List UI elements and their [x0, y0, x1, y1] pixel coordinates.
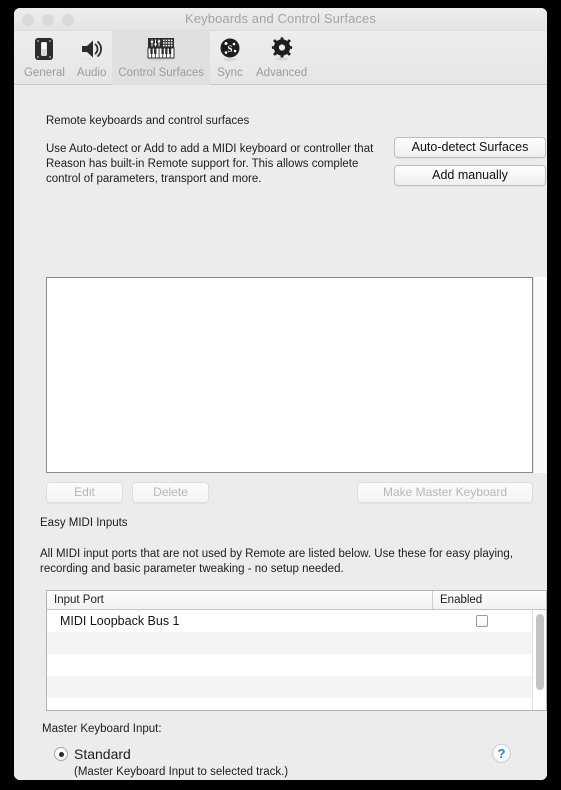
remote-section-heading: Remote keyboards and control surfaces: [46, 115, 250, 127]
midi-enabled-cell[interactable]: [432, 615, 532, 627]
midi-table-scrollbar[interactable]: [532, 610, 546, 710]
enabled-checkbox[interactable]: [476, 615, 488, 627]
tab-general[interactable]: General: [18, 31, 71, 85]
master-keyboard-heading: Master Keyboard Input:: [42, 723, 162, 735]
tab-general-label: General: [24, 67, 65, 79]
midi-input-table[interactable]: Input Port Enabled MIDI Loopback Bus 1: [46, 590, 547, 711]
midi-port-name: MIDI Loopback Bus 1: [60, 614, 180, 628]
auto-detect-surfaces-button[interactable]: Auto-detect Surfaces: [394, 137, 546, 158]
general-switch-icon: [31, 34, 57, 64]
delete-button[interactable]: Delete: [132, 482, 209, 503]
tab-sync-label: Sync: [217, 67, 243, 79]
table-row: [47, 676, 546, 698]
window-title: Keyboards and Control Surfaces: [185, 11, 376, 26]
standard-radio-icon[interactable]: [54, 747, 68, 761]
remote-description-line-3: control of parameters, transport and mor…: [46, 173, 262, 185]
table-row: [47, 698, 546, 710]
easy-midi-heading: Easy MIDI Inputs: [40, 517, 128, 529]
table-row: [47, 654, 546, 676]
remote-description-line-1: Use Auto-detect or Add to add a MIDI key…: [46, 143, 374, 155]
preferences-toolbar: General Audio Control Surfaces S Sync Ad…: [14, 31, 547, 85]
zoom-button[interactable]: [62, 14, 74, 26]
tab-audio[interactable]: Audio: [71, 31, 112, 85]
column-header-enabled[interactable]: Enabled: [432, 591, 546, 609]
preferences-content: Remote keyboards and control surfaces Us…: [14, 85, 547, 780]
table-row[interactable]: MIDI Loopback Bus 1: [47, 610, 546, 632]
svg-text:S: S: [227, 44, 232, 54]
tab-advanced-label: Advanced: [256, 67, 308, 79]
radio-option-standard[interactable]: Standard: [54, 746, 131, 762]
midi-table-header: Input Port Enabled: [47, 591, 546, 610]
standard-radio-label: Standard: [74, 746, 131, 762]
control-surfaces-list-scrollbar[interactable]: [533, 277, 547, 473]
help-button[interactable]: ?: [492, 744, 511, 763]
advanced-gear-icon: [268, 34, 296, 64]
make-master-keyboard-button[interactable]: Make Master Keyboard: [357, 482, 533, 503]
table-row: [47, 632, 546, 654]
tab-sync[interactable]: S Sync: [210, 31, 250, 85]
column-header-input-port[interactable]: Input Port: [47, 591, 432, 609]
easy-midi-description-line-2: recording and basic parameter tweaking -…: [40, 563, 344, 575]
preferences-window: Keyboards and Control Surfaces General A…: [14, 8, 547, 780]
title-bar: Keyboards and Control Surfaces: [14, 8, 547, 31]
close-button[interactable]: [22, 14, 34, 26]
audio-speaker-icon: [78, 34, 106, 64]
tab-audio-label: Audio: [76, 67, 107, 79]
midi-keyboard-icon: [145, 34, 177, 64]
tab-advanced[interactable]: Advanced: [250, 31, 313, 85]
add-manually-button[interactable]: Add manually: [394, 165, 546, 186]
tab-control-surfaces-label: Control Surfaces: [118, 67, 204, 79]
remote-description-line-2: Reason has built-in Remote support for. …: [46, 158, 359, 170]
edit-button[interactable]: Edit: [46, 482, 123, 503]
control-surfaces-list[interactable]: [46, 277, 533, 473]
standard-radio-sublabel: (Master Keyboard Input to selected track…: [74, 766, 289, 778]
tab-control-surfaces[interactable]: Control Surfaces: [112, 31, 210, 85]
traffic-light-group: [22, 14, 74, 26]
minimize-button[interactable]: [42, 14, 54, 26]
sync-disc-icon: S: [216, 34, 244, 64]
midi-table-scrollbar-thumb[interactable]: [536, 614, 544, 690]
easy-midi-description-line-1: All MIDI input ports that are not used b…: [40, 548, 514, 560]
